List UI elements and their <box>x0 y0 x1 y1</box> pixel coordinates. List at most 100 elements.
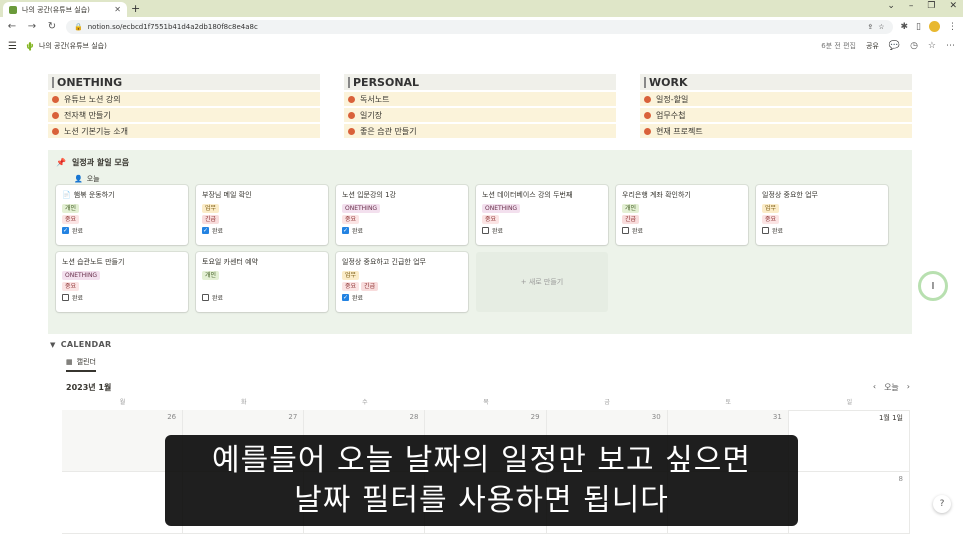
minimize-icon[interactable]: – <box>909 1 914 11</box>
weekday-label: 일 <box>846 399 853 406</box>
task-card[interactable]: 노션 입문강의 1강 ONETHING 중요 ✓ 완료 <box>336 185 468 245</box>
checkbox-icon[interactable] <box>622 227 629 234</box>
gallery-title: 📌 일정과 할일 모음 <box>56 158 130 167</box>
calendar-day[interactable]: 1월 1일 <box>789 410 910 471</box>
pushpin-icon: 📌 <box>56 158 66 167</box>
close-tab-icon[interactable]: ✕ <box>114 5 121 14</box>
done-checkbox-row: ✓ 완료 <box>342 294 364 302</box>
peach-icon <box>52 127 59 135</box>
card-tag-row: 업무 <box>202 203 322 214</box>
share-button[interactable]: 공유 <box>866 41 879 51</box>
tag-badge: 개인 <box>622 204 640 213</box>
address-bar: ← → ↻ 🔒 notion.so/ecbcd1f7551b41d4a2db18… <box>0 17 963 36</box>
column-item[interactable]: 전자책 만들기 <box>48 108 320 122</box>
chevron-down-icon[interactable]: ⌄ <box>887 1 895 11</box>
column-item[interactable]: 일기장 <box>344 108 616 122</box>
share-page-icon[interactable]: ⇪ <box>867 23 873 31</box>
card-tag-row: 중요 <box>342 214 462 225</box>
task-card[interactable]: 노션 습관노트 만들기 ONETHING 중요 완료 <box>56 252 188 312</box>
column-item[interactable]: 노션 기본기능 소개 <box>48 124 320 138</box>
tag-badge: 개인 <box>62 204 80 213</box>
card-title: 우리은행 계좌 확인하기 <box>622 191 691 199</box>
checkbox-icon[interactable] <box>202 294 209 301</box>
forward-icon[interactable]: → <box>26 21 38 32</box>
task-card[interactable]: 📄 햄볶 운동하기 개인 중요 ✓ 완료 <box>56 185 188 245</box>
calendar-nav: ‹ 오늘 › <box>873 382 910 393</box>
bookmark-star-icon[interactable]: ☆ <box>878 23 884 31</box>
heading-bar-icon <box>644 76 646 88</box>
checkbox-icon[interactable] <box>62 294 69 301</box>
task-card[interactable]: 토요일 카센터 예약 개인 완료 <box>196 252 328 312</box>
task-card[interactable]: 일정상 중요한 업무 업무 중요 완료 <box>756 185 888 245</box>
more-options-icon[interactable]: ⋯ <box>946 41 955 51</box>
restore-icon[interactable]: ❐ <box>927 1 935 11</box>
card-title: 📄 햄볶 운동하기 <box>62 191 115 199</box>
task-card[interactable]: 우리은행 계좌 확인하기 개인 긴급 완료 <box>616 185 748 245</box>
next-month-icon[interactable]: › <box>907 382 910 393</box>
checkbox-icon[interactable]: ✓ <box>202 227 209 234</box>
clock-icon[interactable]: ◷ <box>910 41 918 51</box>
card-title: 일정상 중요한 업무 <box>762 191 818 199</box>
extensions-puzzle-icon[interactable]: ✱ <box>901 22 909 32</box>
tab-calendar[interactable]: ▦ 캘린더 <box>66 357 96 372</box>
card-tag-row: 중요 <box>762 214 882 225</box>
calendar-section: ▼ CALENDAR ▦ 캘린더 2023년 1월 ‹ 오늘 › 월 화 수 목 금 토 일… <box>50 340 912 534</box>
document-icon: 📄 <box>62 191 71 199</box>
column-heading: PERSONAL <box>344 74 616 90</box>
back-icon[interactable]: ← <box>6 21 18 32</box>
task-card[interactable]: 부장님 메일 확인 업무 긴급 ✓ 완료 <box>196 185 328 245</box>
checkbox-icon[interactable] <box>482 227 489 234</box>
checkbox-icon[interactable]: ✓ <box>342 294 349 301</box>
task-card[interactable]: 노션 데이터베이스 강의 두번째 ONETHING 중요 완료 <box>476 185 608 245</box>
sidebar-menu-icon[interactable]: ☰ <box>8 41 17 52</box>
calendar-heading[interactable]: ▼ CALENDAR <box>50 340 912 349</box>
card-tag-row: 긴급 <box>202 214 322 225</box>
weekday-label: 수 <box>362 399 368 406</box>
new-tab-icon[interactable]: + <box>131 2 140 15</box>
column-item[interactable]: 좋은 습관 만들기 <box>344 124 616 138</box>
column-item[interactable]: 유튜브 노션 강의 <box>48 92 320 106</box>
column-item[interactable]: 독서노트 <box>344 92 616 106</box>
checkbox-icon[interactable]: ✓ <box>342 227 349 234</box>
today-button[interactable]: 오늘 <box>884 382 899 393</box>
done-checkbox-row: ✓ 완료 <box>62 227 84 235</box>
card-tag-row: 개인 <box>62 203 182 214</box>
tag-badge: 개인 <box>202 271 220 280</box>
calendar-icon: ▦ <box>66 358 73 366</box>
breadcrumb[interactable]: 🌵 나의 공간(유튜브 실습) <box>25 41 107 51</box>
column-item[interactable]: 일정-할일 <box>640 92 912 106</box>
browser-tab-title: 나의 공간(유튜브 실습) <box>22 5 90 14</box>
prev-month-icon[interactable]: ‹ <box>873 382 876 393</box>
column-item[interactable]: 업무수첩 <box>640 108 912 122</box>
weekday-label: 금 <box>604 399 610 406</box>
url-text: notion.so/ecbcd1f7551b41d4a2db180f8c8e4a… <box>87 22 258 31</box>
new-card-button[interactable]: + 새로 만들기 <box>476 252 608 312</box>
column-heading: WORK <box>640 74 912 90</box>
calendar-day[interactable]: 8 <box>789 472 910 533</box>
close-window-icon[interactable]: ✕ <box>949 1 957 11</box>
browser-tab[interactable]: 나의 공간(유튜브 실습) ✕ <box>3 2 127 17</box>
card-tag-row: 긴급 <box>622 214 742 225</box>
window-controls: ⌄ – ❐ ✕ <box>887 1 957 11</box>
checkbox-icon[interactable]: ✓ <box>62 227 69 234</box>
menu-kebab-icon[interactable]: ⋮ <box>948 22 957 32</box>
done-checkbox-row: 완료 <box>482 226 602 235</box>
browser-tab-bar: 나의 공간(유튜브 실습) ✕ + ⌄ – ❐ ✕ <box>0 0 963 17</box>
card-tag-row: 개인 <box>622 203 742 214</box>
card-title: 부장님 메일 확인 <box>202 191 252 199</box>
help-button[interactable]: ? <box>933 495 951 513</box>
comment-icon[interactable]: 💬 <box>889 41 900 51</box>
url-field[interactable]: 🔒 notion.so/ecbcd1f7551b41d4a2db180f8c8e… <box>66 19 893 34</box>
task-gallery: 📌 일정과 할일 모음 👤 오늘 📄 햄볶 운동하기 개인 중요 ✓ 완료 부장님 메일 확… <box>48 150 912 334</box>
profile-avatar[interactable] <box>929 21 940 32</box>
task-card[interactable]: 일정상 중요하고 긴급한 업무 업무 중요 긴급 ✓ 완료 <box>336 252 468 312</box>
weekday-label: 목 <box>483 399 489 406</box>
reload-icon[interactable]: ↻ <box>46 21 58 32</box>
card-tag-row: ONETHING <box>62 270 182 281</box>
checkbox-icon[interactable] <box>762 227 769 234</box>
toggle-triangle-icon[interactable]: ▼ <box>50 341 56 349</box>
favorite-star-icon[interactable]: ☆ <box>928 41 936 51</box>
sidepanel-icon[interactable]: ▯ <box>916 22 921 32</box>
column-item[interactable]: 현재 프로젝트 <box>640 124 912 138</box>
done-checkbox-row: ✓ 완료 <box>342 227 364 235</box>
